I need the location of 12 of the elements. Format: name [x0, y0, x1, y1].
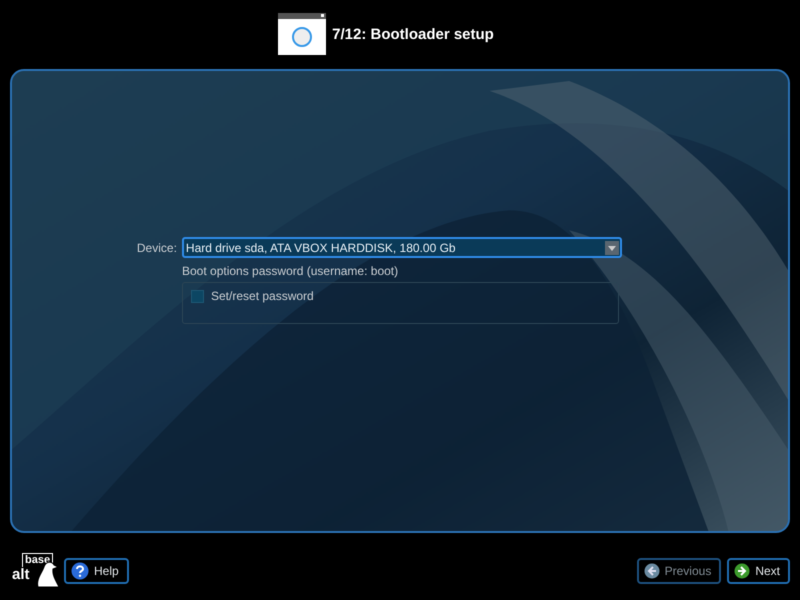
next-button[interactable]: Next: [727, 558, 790, 584]
window-icon: [278, 13, 326, 55]
logo: base alt: [12, 552, 58, 588]
password-checkbox[interactable]: Set/reset password: [191, 289, 314, 303]
step-title: 7/12: Bootloader setup: [332, 26, 494, 42]
caret-icon: [605, 240, 619, 254]
checkbox[interactable]: [191, 290, 204, 302]
help-icon: [71, 562, 89, 580]
help-button[interactable]: Help: [64, 558, 129, 584]
device-label: Device:: [136, 240, 177, 254]
group-title: Boot options password (username: boot): [182, 264, 400, 278]
device-dropdown[interactable]: Hard drive sda, ATA VBOX HARDDISK, 180.00 Gb: [182, 237, 622, 258]
